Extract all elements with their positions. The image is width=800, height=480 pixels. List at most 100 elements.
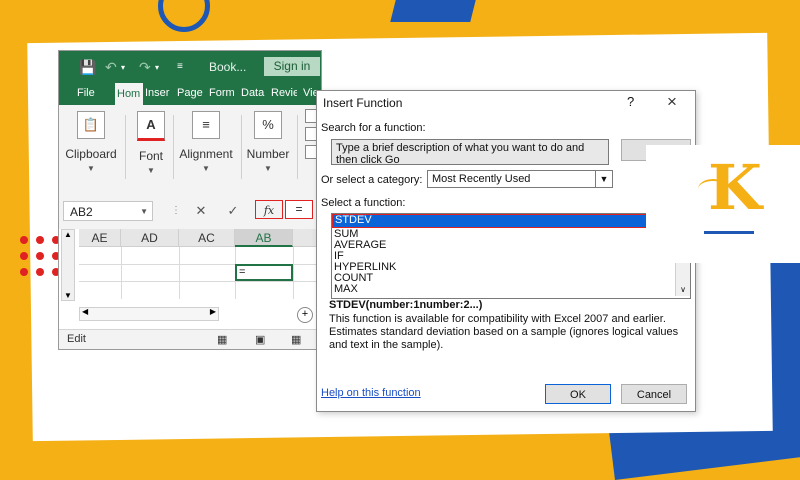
column-header-ad[interactable]: AD bbox=[121, 229, 179, 247]
insert-function-button[interactable]: fx bbox=[255, 200, 283, 219]
dialog-title: Insert Function bbox=[323, 96, 403, 110]
column-header-ac[interactable]: AC bbox=[179, 229, 235, 247]
save-icon[interactable]: 💾 bbox=[79, 59, 96, 76]
chevron-down-icon: ▼ bbox=[140, 207, 148, 216]
more-icon: ⋮ bbox=[171, 205, 181, 216]
clipboard-icon: 📋 bbox=[77, 111, 105, 139]
name-box-value: AB2 bbox=[70, 205, 93, 219]
cancel-button[interactable]: Cancel bbox=[621, 384, 687, 404]
chevron-down-icon: ▼ bbox=[264, 164, 272, 173]
logo-swoosh bbox=[698, 179, 728, 199]
alignment-label: Alignment bbox=[179, 147, 233, 161]
active-cell[interactable]: = bbox=[235, 264, 293, 281]
function-item-max[interactable]: MAX bbox=[334, 283, 358, 295]
clipboard-group[interactable]: 📋 Clipboard ▼ bbox=[65, 111, 117, 173]
scroll-left-icon[interactable]: ◀ bbox=[82, 307, 88, 316]
tab-insert[interactable]: Inser bbox=[145, 87, 171, 99]
dot bbox=[36, 236, 44, 244]
chevron-down-icon[interactable]: ∨ bbox=[676, 285, 690, 294]
confirm-entry-icon[interactable]: ✓ bbox=[221, 201, 245, 221]
scroll-up-icon[interactable]: ▲ bbox=[62, 230, 74, 239]
number-group[interactable]: % Number ▼ bbox=[245, 111, 291, 173]
divider bbox=[173, 115, 174, 179]
category-value: Most Recently Used bbox=[432, 173, 531, 185]
category-select[interactable]: Most Recently Used ▼ bbox=[427, 170, 613, 188]
formula-bar: AB2 ▼ ⋮ ✕ ✓ fx = bbox=[59, 195, 321, 229]
help-icon[interactable]: ? bbox=[627, 94, 634, 109]
scroll-down-icon[interactable]: ▼ bbox=[62, 291, 74, 300]
clipboard-label: Clipboard bbox=[65, 147, 117, 161]
new-sheet-icon[interactable]: + bbox=[297, 307, 313, 323]
ribbon: 📋 Clipboard ▼ A Font ▼ ≡ Alignment ▼ % N… bbox=[59, 105, 321, 196]
help-link[interactable]: Help on this function bbox=[321, 387, 421, 399]
select-function-label: Select a function: bbox=[321, 197, 406, 209]
divider bbox=[125, 115, 126, 179]
gridline bbox=[179, 247, 180, 299]
ribbon-tabs: File Hom Inser Page Form Data Revie Vie bbox=[59, 83, 321, 105]
chevron-down-icon: ▼ bbox=[202, 164, 210, 173]
alignment-group[interactable]: ≡ Alignment ▼ bbox=[177, 111, 235, 173]
tab-review[interactable]: Revie bbox=[271, 87, 297, 99]
gridline bbox=[293, 247, 294, 299]
status-mode: Edit bbox=[67, 333, 86, 345]
close-icon[interactable]: × bbox=[667, 92, 677, 112]
gridline bbox=[121, 247, 122, 299]
chevron-down-icon[interactable]: ▾ bbox=[155, 63, 159, 72]
page-break-view-icon[interactable]: ▦ bbox=[291, 333, 301, 346]
status-bar: Edit ▦ ▣ ▦ bbox=[59, 329, 321, 349]
ok-button[interactable]: OK bbox=[545, 384, 611, 404]
chevron-down-icon: ▼ bbox=[147, 166, 155, 175]
normal-view-icon[interactable]: ▦ bbox=[217, 333, 227, 346]
undo-icon[interactable]: ↶ bbox=[105, 59, 117, 76]
function-item-stdev[interactable]: STDEV bbox=[332, 214, 660, 228]
column-header-ae[interactable]: AE bbox=[79, 229, 121, 247]
formula-input[interactable]: = bbox=[285, 200, 313, 219]
horizontal-scrollbar[interactable]: ◀ ▶ bbox=[79, 307, 219, 321]
chevron-down-icon[interactable]: ▾ bbox=[121, 63, 125, 72]
dot bbox=[20, 268, 28, 276]
category-label: Or select a category: bbox=[321, 174, 423, 186]
font-group[interactable]: A Font ▼ bbox=[131, 111, 171, 175]
name-box[interactable]: AB2 ▼ bbox=[63, 201, 153, 221]
decorative-ring bbox=[158, 0, 210, 32]
chevron-down-icon: ▼ bbox=[87, 164, 95, 173]
function-syntax: STDEV(number:1number:2...) bbox=[329, 299, 483, 311]
search-label: Search for a function: bbox=[321, 122, 426, 134]
worksheet-grid: ▲ ▼ AE AD AC AB = ◀ ▶ + bbox=[59, 229, 321, 329]
function-list[interactable]: STDEV SUM AVERAGE IF HYPERLINK COUNT MAX… bbox=[331, 213, 691, 299]
divider bbox=[297, 115, 298, 179]
tab-formulas[interactable]: Form bbox=[209, 87, 235, 99]
customize-toolbar-icon[interactable]: ≡ bbox=[177, 61, 183, 72]
column-header-ab[interactable]: AB bbox=[235, 229, 293, 247]
dot bbox=[36, 268, 44, 276]
dot bbox=[36, 252, 44, 260]
redo-icon[interactable]: ↷ bbox=[139, 59, 151, 76]
tab-page-layout[interactable]: Page bbox=[177, 87, 203, 99]
dot bbox=[20, 252, 28, 260]
workbook-title: Book... bbox=[209, 60, 247, 74]
chevron-down-icon[interactable]: ▼ bbox=[595, 171, 612, 187]
number-label: Number bbox=[246, 147, 290, 161]
sign-in-button[interactable]: Sign in bbox=[264, 57, 320, 76]
percent-icon: % bbox=[254, 111, 282, 139]
vertical-scrollbar[interactable]: ▲ ▼ bbox=[61, 229, 75, 301]
brand-logo-card: K bbox=[646, 145, 800, 263]
alignment-icon: ≡ bbox=[192, 111, 220, 139]
tab-file[interactable]: File bbox=[77, 87, 97, 99]
tab-home[interactable]: Hom bbox=[115, 83, 143, 105]
font-label: Font bbox=[138, 149, 163, 163]
excel-window: 💾 ↶ ▾ ↷ ▾ ≡ Book... Sign in File Hom Ins… bbox=[58, 50, 322, 350]
search-input[interactable]: Type a brief description of what you wan… bbox=[331, 139, 609, 166]
scroll-right-icon[interactable]: ▶ bbox=[210, 307, 216, 316]
title-bar: 💾 ↶ ▾ ↷ ▾ ≡ Book... Sign in bbox=[59, 51, 321, 83]
page-layout-view-icon[interactable]: ▣ bbox=[255, 333, 265, 346]
tab-data[interactable]: Data bbox=[241, 87, 267, 99]
font-color-icon: A bbox=[137, 111, 165, 141]
logo-mark bbox=[704, 227, 754, 238]
divider bbox=[241, 115, 242, 179]
function-description: This function is available for compatibi… bbox=[329, 313, 679, 351]
decorative-stripe bbox=[390, 0, 476, 22]
cancel-entry-icon[interactable]: ✕ bbox=[189, 201, 213, 221]
insert-function-dialog: Insert Function ? × Search for a functio… bbox=[316, 90, 696, 412]
gridline bbox=[79, 281, 321, 282]
